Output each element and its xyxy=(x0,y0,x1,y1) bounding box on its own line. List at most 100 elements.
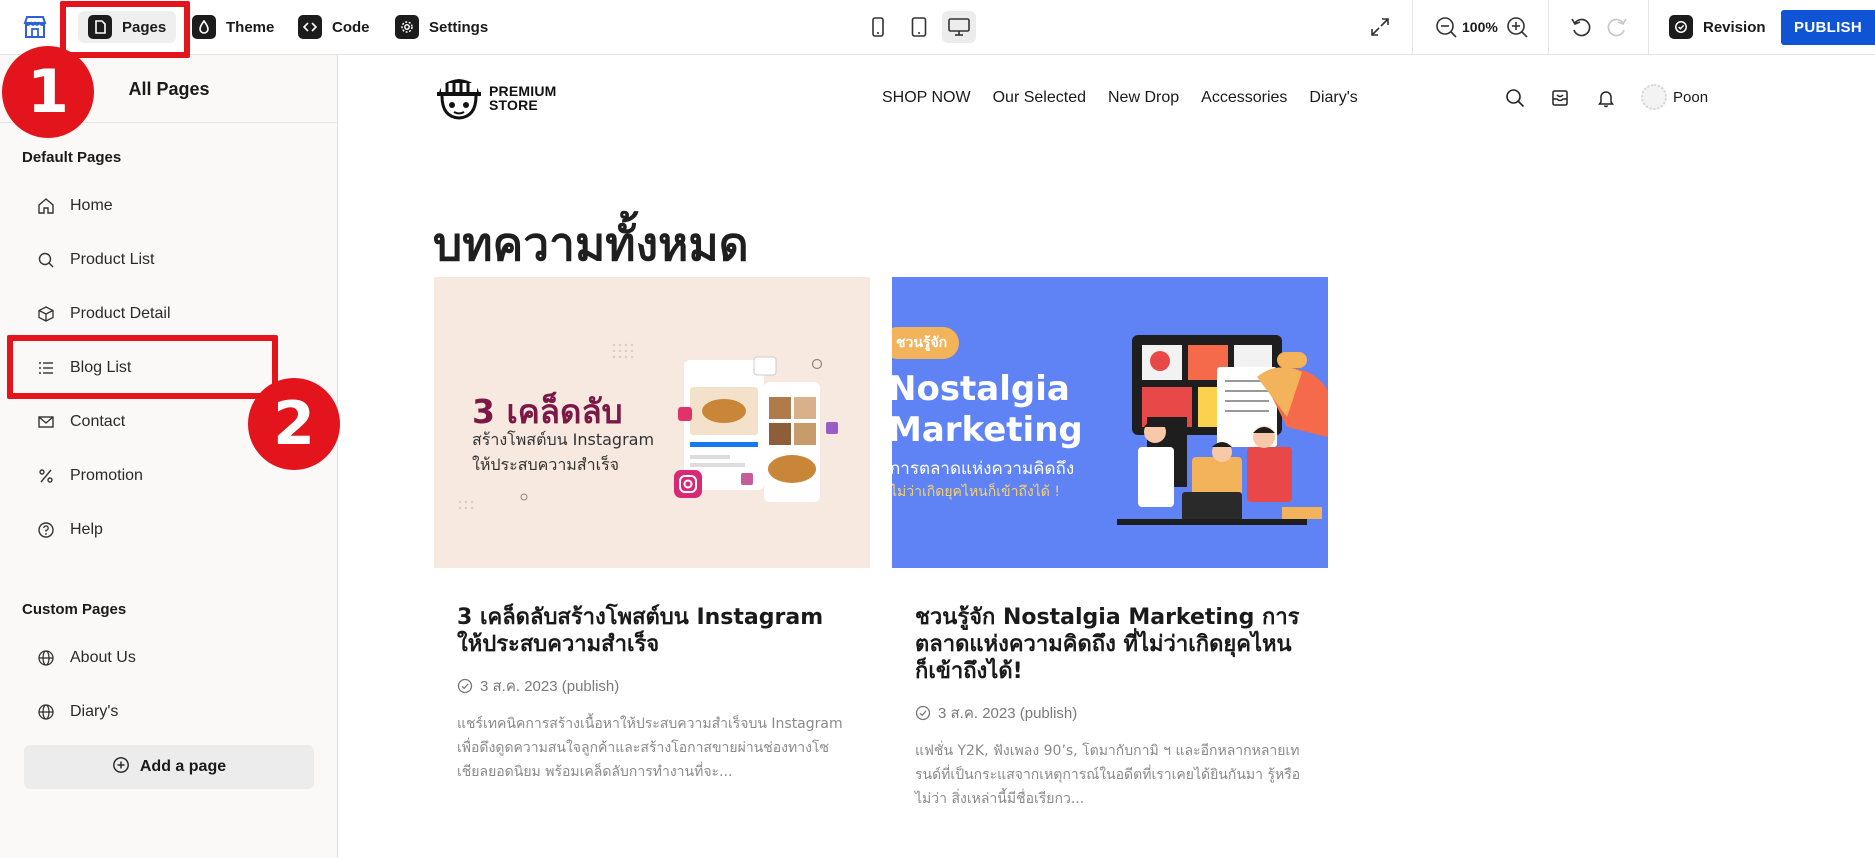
sidebar-item-promotion[interactable]: Promotion xyxy=(24,456,304,496)
home-icon xyxy=(36,196,56,216)
toolbar-divider xyxy=(1412,0,1413,55)
thumb-line-3: การตลาดแห่งความคิดถึง xyxy=(892,459,1075,479)
search-icon xyxy=(36,250,56,270)
sidebar-item-label: Promotion xyxy=(70,467,143,484)
bell-icon[interactable] xyxy=(1594,86,1618,110)
nav-diarys[interactable]: Diary's xyxy=(1309,89,1357,107)
nav-shop-now[interactable]: SHOP NOW xyxy=(882,89,971,107)
blog-card[interactable]: ชวนรู้จัก Nostalgia Marketing การตลาดแห่… xyxy=(892,277,1328,811)
percent-icon xyxy=(36,466,56,486)
blog-card-date-text: 3 ส.ค. 2023 (publish) xyxy=(480,678,620,695)
thumb-line-3: ให้ประสบความสำเร็จ xyxy=(472,455,620,474)
store-nav: SHOP NOW Our Selected New Drop Accessori… xyxy=(882,89,1358,107)
zoom-in-icon[interactable] xyxy=(1503,13,1531,41)
help-icon xyxy=(36,520,56,540)
sidebar-item-label: Product List xyxy=(70,251,155,268)
clock-icon xyxy=(457,678,473,694)
blog-card-excerpt: แฟชั่น Y2K, ฟังเพลง 90’s, โตมากับกามิ ฯ … xyxy=(915,743,1301,807)
gear-icon xyxy=(395,15,419,39)
blog-card-title[interactable]: ชวนรู้จัก Nostalgia Marketing การตลาดแห่… xyxy=(915,604,1304,685)
search-icon[interactable] xyxy=(1503,86,1527,110)
plus-circle-icon xyxy=(112,756,130,779)
mobile-view-button[interactable] xyxy=(861,11,895,43)
tablet-icon xyxy=(911,17,927,37)
settings-button[interactable]: Settings xyxy=(385,11,498,43)
globe-icon xyxy=(36,648,56,668)
highlight-pages-button xyxy=(60,1,190,58)
undo-icon[interactable] xyxy=(1567,13,1595,41)
clock-icon xyxy=(915,705,931,721)
sidebar-item-product-list[interactable]: Product List xyxy=(24,240,304,280)
page-title: บทความทั้งหมด xyxy=(433,217,749,271)
code-label: Code xyxy=(332,18,370,36)
theme-button[interactable]: Theme xyxy=(182,11,284,43)
highlight-blog-list xyxy=(7,335,278,399)
cart-box-icon[interactable] xyxy=(1548,86,1572,110)
sidebar-item-about-us[interactable]: About Us xyxy=(24,638,304,678)
blog-card-excerpt: แชร์เทคนิคการสร้างเนื้อหาให้ประสบความสำเ… xyxy=(457,716,843,780)
sidebar-item-help[interactable]: Help xyxy=(24,510,304,550)
store-logo[interactable]: PREMIUM STORE xyxy=(435,75,557,121)
logo-line-2: STORE xyxy=(489,97,538,113)
revision-button[interactable]: Revision xyxy=(1669,11,1766,43)
default-pages-heading: Default Pages xyxy=(22,149,122,166)
zoom-level: 100% xyxy=(1462,19,1498,35)
box-icon xyxy=(36,304,56,324)
nav-accessories[interactable]: Accessories xyxy=(1201,89,1287,107)
logo-line-1: PREMIUM xyxy=(489,83,557,99)
step-2-badge: 2 xyxy=(248,378,340,470)
blog-card-date-text: 3 ส.ค. 2023 (publish) xyxy=(938,705,1078,722)
thumb-line-1: Nostalgia Marketing xyxy=(892,369,1083,451)
thumb-line-4: ไม่ว่าเกิดยุคไหนก็เข้าถึงได้ ! xyxy=(892,484,1060,500)
settings-label: Settings xyxy=(429,18,489,36)
step-1-badge: 1 xyxy=(2,46,94,138)
droplet-icon xyxy=(192,15,216,39)
user-name: Poon xyxy=(1673,88,1709,106)
page-preview-canvas[interactable]: PREMIUM STORE SHOP NOW Our Selected New … xyxy=(339,55,1875,858)
zoom-out-icon[interactable] xyxy=(1432,13,1460,41)
sidebar-item-label: Diary's xyxy=(70,703,119,720)
blog-card[interactable]: 3 เคล็ดลับ สร้างโพสต์บน Instagram ให้ประ… xyxy=(434,277,870,784)
sidebar-item-label: Product Detail xyxy=(70,305,171,322)
sidebar-item-label: Contact xyxy=(70,413,126,430)
blog-card-date: 3 ส.ค. 2023 (publish) xyxy=(915,701,1304,725)
redo-icon[interactable] xyxy=(1603,13,1631,41)
desktop-icon xyxy=(948,18,970,36)
revision-label: Revision xyxy=(1703,18,1766,36)
thumb-line-1a: Nostalgia xyxy=(892,369,1070,409)
sidebar-item-label: About Us xyxy=(70,649,136,666)
store-icon[interactable] xyxy=(22,14,48,40)
blog-thumbnail: ชวนรู้จัก Nostalgia Marketing การตลาดแห่… xyxy=(892,277,1328,568)
thumb-tag: ชวนรู้จัก xyxy=(892,327,960,359)
thumb-line-2: สร้างโพสต์บน Instagram xyxy=(472,430,655,449)
blog-card-date: 3 ส.ค. 2023 (publish) xyxy=(457,674,846,698)
sidebar-item-home[interactable]: Home xyxy=(24,186,304,226)
publish-button[interactable]: PUBLISH xyxy=(1781,10,1875,45)
site-builder: Pages Theme Code Settings 100% Revision … xyxy=(0,0,1875,858)
add-page-button[interactable]: Add a page xyxy=(24,745,314,789)
sidebar-item-label: Help xyxy=(70,521,103,538)
revision-icon xyxy=(1669,15,1693,39)
mobile-icon xyxy=(872,17,884,37)
nav-our-selected[interactable]: Our Selected xyxy=(993,89,1086,107)
blog-card-title[interactable]: 3 เคล็ดลับสร้างโพสต์บน Instagram ให้ประส… xyxy=(457,604,846,658)
add-page-label: Add a page xyxy=(139,758,227,775)
desktop-view-button[interactable] xyxy=(942,11,976,43)
thumb-line-1b: Marketing xyxy=(892,410,1083,450)
nav-new-drop[interactable]: New Drop xyxy=(1108,89,1179,107)
toolbar-divider xyxy=(1648,0,1649,55)
sidebar-item-product-detail[interactable]: Product Detail xyxy=(24,294,304,334)
expand-icon[interactable] xyxy=(1366,13,1394,41)
theme-label: Theme xyxy=(226,18,275,36)
store-mascot-logo xyxy=(437,79,481,120)
avatar xyxy=(1641,84,1667,110)
mail-icon xyxy=(36,412,56,432)
blog-thumbnail: 3 เคล็ดลับ สร้างโพสต์บน Instagram ให้ประ… xyxy=(434,277,870,568)
custom-pages-heading: Custom Pages xyxy=(22,601,127,618)
sidebar-item-diarys[interactable]: Diary's xyxy=(24,692,304,732)
user-menu[interactable]: Poon xyxy=(1641,84,1708,110)
top-toolbar: Pages Theme Code Settings 100% Revision … xyxy=(0,0,1875,55)
sidebar-item-label: Home xyxy=(70,197,113,214)
tablet-view-button[interactable] xyxy=(902,11,936,43)
code-button[interactable]: Code xyxy=(288,11,380,43)
